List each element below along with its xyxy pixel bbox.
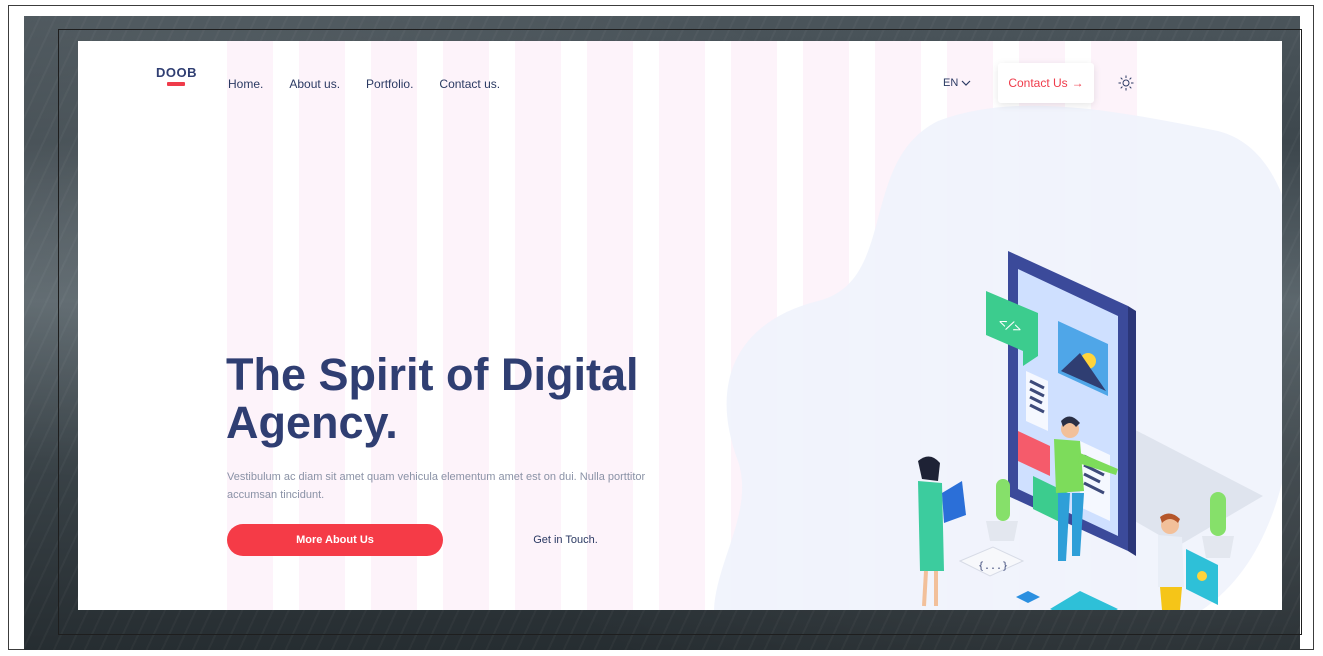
website-preview: DOOB Home. About us. Portfolio. Contact … — [78, 41, 1282, 610]
nav-home[interactable]: Home. — [228, 77, 263, 91]
blue-tile — [1016, 591, 1040, 603]
cactus-right-icon — [1202, 492, 1234, 558]
chevron-down-icon — [961, 80, 971, 86]
nav-about[interactable]: About us. — [289, 77, 340, 91]
hero-subtitle: Vestibulum ac diam sit amet quam vehicul… — [227, 471, 646, 501]
logo-underline — [167, 82, 185, 86]
arrow-right-icon: → — [1071, 76, 1084, 90]
man2-shirt — [1158, 535, 1184, 587]
man-shirt — [1054, 439, 1084, 493]
tablet — [942, 481, 966, 523]
nav-portfolio[interactable]: Portfolio. — [366, 77, 413, 91]
get-in-touch-link[interactable]: Get in Touch. — [518, 524, 613, 556]
more-about-us-button[interactable]: More About Us — [227, 524, 443, 556]
contact-us-button[interactable]: Contact Us → — [998, 63, 1094, 103]
nav-contact[interactable]: Contact us. — [439, 77, 500, 91]
language-label: EN — [943, 77, 959, 89]
woman-dress — [918, 481, 944, 571]
contact-us-label: Contact Us — [1008, 76, 1068, 90]
brace-tag-text: {...} — [978, 561, 1008, 572]
picture-tile — [1050, 591, 1118, 610]
language-select[interactable]: EN — [943, 77, 971, 89]
hero-title: The Spirit of Digital Agency. — [226, 349, 639, 448]
brand-logo[interactable]: DOOB — [156, 65, 197, 86]
main-nav: Home. About us. Portfolio. Contact us. — [228, 77, 500, 91]
sun-icon[interactable] — [1118, 75, 1134, 91]
logo-text: DOOB — [156, 65, 197, 80]
cactus-left — [996, 479, 1010, 521]
